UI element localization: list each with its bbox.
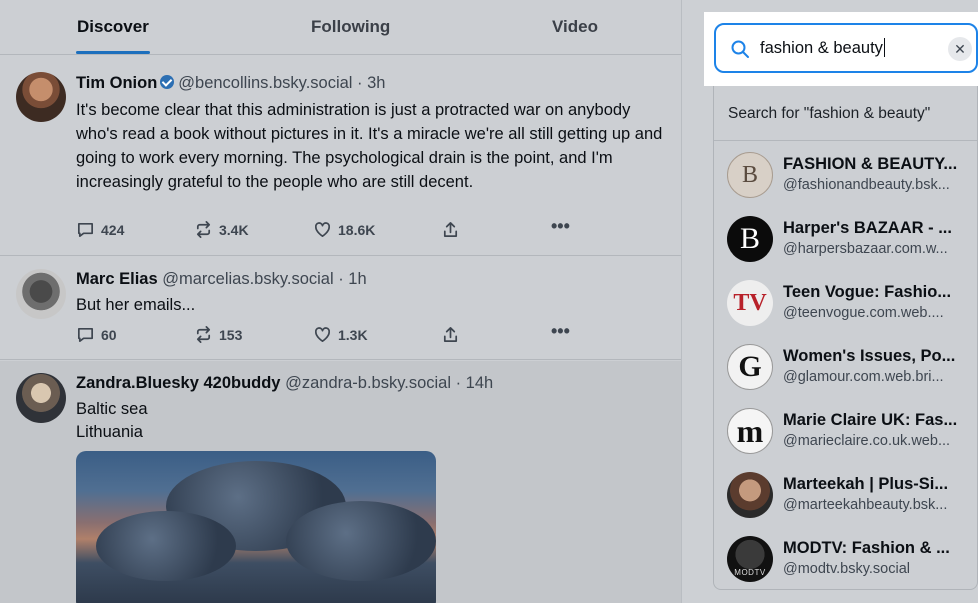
author-handle[interactable]: @bencollins.bsky.social · 3h xyxy=(178,74,385,92)
reply-count: 60 xyxy=(101,326,117,343)
text-caret xyxy=(883,38,885,57)
tab-video[interactable]: Video xyxy=(552,17,598,37)
close-icon: ✕ xyxy=(954,41,966,57)
post-header: Tim Onion @bencollins.bsky.social · 3h xyxy=(76,74,385,93)
share-button[interactable] xyxy=(441,220,460,239)
reply-button[interactable]: 60 xyxy=(76,325,117,344)
author-name[interactable]: Zandra.Bluesky 420buddy xyxy=(76,374,281,392)
feed-column: Discover Following Video Tim Onion @benco… xyxy=(0,0,682,603)
search-icon xyxy=(731,40,749,58)
result-name: MODTV: Fashion & ... xyxy=(783,539,950,557)
avatar[interactable] xyxy=(16,373,66,423)
result-handle: @modtv.bsky.social xyxy=(783,561,910,577)
post-text: But her emails... xyxy=(76,296,196,314)
post-image[interactable] xyxy=(76,451,436,603)
repost-icon xyxy=(196,326,211,343)
search-result[interactable]: B Harper's BAZAAR - ... @harpersbazaar.c… xyxy=(714,206,977,270)
avatar: B xyxy=(727,152,773,198)
avatar xyxy=(727,472,773,518)
share-icon xyxy=(443,326,458,343)
post[interactable]: Zandra.Bluesky 420buddy @zandra-b.bsky.s… xyxy=(0,361,681,603)
author-handle[interactable]: @zandra-b.bsky.social · 14h xyxy=(285,374,493,392)
repost-button[interactable]: 153 xyxy=(194,325,242,344)
result-handle: @marieclaire.co.uk.web... xyxy=(783,433,951,449)
result-name: Marie Claire UK: Fas... xyxy=(783,411,958,429)
tab-discover[interactable]: Discover xyxy=(77,17,149,37)
heart-icon xyxy=(314,222,331,238)
like-button[interactable]: 1.3K xyxy=(313,325,368,344)
reply-icon xyxy=(77,222,94,238)
post-text: It's become clear that this administrati… xyxy=(76,101,663,191)
more-options-icon[interactable]: ••• xyxy=(551,216,570,237)
share-button[interactable] xyxy=(441,325,460,344)
post-header: Zandra.Bluesky 420buddy @zandra-b.bsky.s… xyxy=(76,374,493,393)
search-result[interactable]: Marteekah | Plus-Si... @marteekahbeauty.… xyxy=(714,462,977,526)
reply-button[interactable]: 424 xyxy=(76,220,124,239)
author-name[interactable]: Marc Elias xyxy=(76,270,158,288)
tab-following[interactable]: Following xyxy=(311,17,390,37)
avatar: G xyxy=(727,344,773,390)
avatar: m xyxy=(727,408,773,454)
share-icon xyxy=(443,221,458,238)
search-input[interactable]: fashion & beauty ✕ xyxy=(714,23,978,73)
result-handle: @fashionandbeauty.bsk... xyxy=(783,177,950,193)
post-text-line: Lithuania xyxy=(76,423,143,441)
reply-count: 424 xyxy=(101,221,125,238)
result-handle: @harpersbazaar.com.w... xyxy=(783,241,948,257)
result-name: FASHION & BEAUTY... xyxy=(783,155,958,173)
result-name: Marteekah | Plus-Si... xyxy=(783,475,949,493)
result-name: Women's Issues, Po... xyxy=(783,347,956,365)
more-options-icon[interactable]: ••• xyxy=(551,321,570,342)
search-for-query-item[interactable]: Search for "fashion & beauty" xyxy=(714,86,977,141)
post-text-line: Baltic sea xyxy=(76,400,148,418)
post[interactable]: Marc Elias @marcelias.bsky.social · 1h B… xyxy=(0,257,681,360)
author-name[interactable]: Tim Onion xyxy=(76,74,157,92)
active-tab-indicator xyxy=(76,51,150,54)
avatar: TV xyxy=(727,280,773,326)
search-result[interactable]: G Women's Issues, Po... @glamour.com.web… xyxy=(714,334,977,398)
verified-badge-icon xyxy=(160,75,175,89)
result-handle: @marteekahbeauty.bsk... xyxy=(783,497,948,513)
post-actions: 424 3.4K 18.6K ••• xyxy=(76,216,596,242)
avatar[interactable] xyxy=(16,269,66,319)
search-query[interactable]: fashion & beauty xyxy=(760,38,885,58)
avatar: B xyxy=(727,216,773,262)
search-result[interactable]: m Marie Claire UK: Fas... @marieclaire.c… xyxy=(714,398,977,462)
feed-tabs: Discover Following Video xyxy=(0,0,681,55)
avatar: MODTV xyxy=(727,536,773,582)
heart-icon xyxy=(314,327,331,343)
avatar[interactable] xyxy=(16,72,66,122)
clear-search-button[interactable]: ✕ xyxy=(948,37,972,61)
like-count: 1.3K xyxy=(338,326,368,343)
post-header: Marc Elias @marcelias.bsky.social · 1h xyxy=(76,270,367,289)
reply-icon xyxy=(77,327,94,343)
search-query-text: fashion & beauty xyxy=(760,39,883,57)
like-count: 18.6K xyxy=(338,221,376,238)
search-result[interactable]: MODTV MODTV: Fashion & ... @modtv.bsky.s… xyxy=(714,526,977,589)
post[interactable]: Tim Onion @bencollins.bsky.social · 3h It… xyxy=(0,56,681,256)
result-handle: @teenvogue.com.web.... xyxy=(783,305,944,321)
repost-count: 3.4K xyxy=(219,221,249,238)
repost-icon xyxy=(196,221,211,238)
search-result[interactable]: TV Teen Vogue: Fashio... @teenvogue.com.… xyxy=(714,270,977,334)
result-name: Harper's BAZAAR - ... xyxy=(783,219,952,237)
like-button[interactable]: 18.6K xyxy=(313,220,375,239)
result-handle: @glamour.com.web.bri... xyxy=(783,369,944,385)
result-name: Teen Vogue: Fashio... xyxy=(783,283,952,301)
search-result[interactable]: B FASHION & BEAUTY... @fashionandbeauty.… xyxy=(714,142,977,206)
post-actions: 60 153 1.3K ••• xyxy=(76,321,596,347)
repost-count: 153 xyxy=(219,326,243,343)
author-handle[interactable]: @marcelias.bsky.social · 1h xyxy=(162,270,366,288)
search-dropdown: Search for "fashion & beauty" B FASHION … xyxy=(713,86,978,590)
repost-button[interactable]: 3.4K xyxy=(194,220,249,239)
